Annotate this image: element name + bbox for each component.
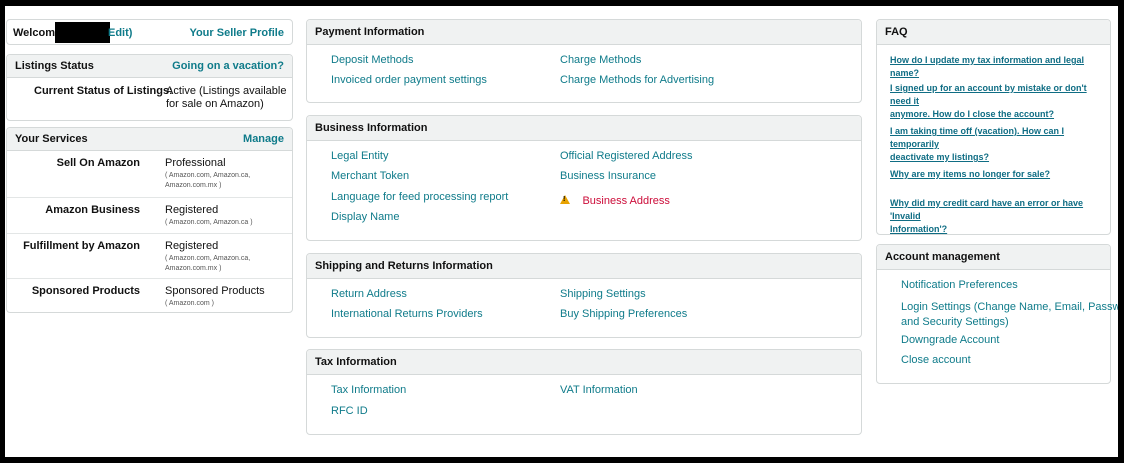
- service-row: Sell On Amazon Professional ( Amazon.com…: [7, 151, 292, 196]
- rfc-id-link[interactable]: RFC ID: [331, 405, 368, 417]
- downgrade-account-link[interactable]: Downgrade Account: [901, 334, 999, 346]
- listings-status-header: Listings Status Going on a vacation?: [7, 55, 292, 78]
- merchant-token-link[interactable]: Merchant Token: [331, 170, 409, 182]
- vacation-link[interactable]: Going on a vacation?: [172, 55, 284, 77]
- close-account-link[interactable]: Close account: [901, 354, 971, 366]
- services-card: Your Services Manage Sell On Amazon Prof…: [6, 127, 293, 313]
- login-settings-link[interactable]: Login Settings (Change Name, Email, Pass…: [901, 299, 1118, 329]
- shipping-settings-link[interactable]: Shipping Settings: [560, 288, 646, 300]
- warning-icon: [560, 195, 570, 204]
- service-row: Sponsored Products Sponsored Products ( …: [7, 278, 292, 314]
- tax-information-link[interactable]: Tax Information: [331, 384, 406, 396]
- shipping-header: Shipping and Returns Information: [307, 254, 861, 279]
- service-label: Sponsored Products: [31, 285, 140, 297]
- faq-item[interactable]: I signed up for an account by mistake or…: [890, 82, 1105, 121]
- tax-card: Tax Information Tax Information VAT Info…: [306, 349, 862, 435]
- vat-information-link[interactable]: VAT Information: [560, 384, 638, 396]
- business-header: Business Information: [307, 116, 861, 141]
- welcome-card: Welcome Edit) Your Seller Profile: [6, 19, 293, 45]
- manage-link[interactable]: Manage: [243, 128, 284, 150]
- official-address-link[interactable]: Official Registered Address: [560, 150, 692, 162]
- feed-language-link[interactable]: Language for feed processing report: [331, 191, 508, 203]
- deposit-methods-link[interactable]: Deposit Methods: [331, 54, 414, 66]
- business-insurance-link[interactable]: Business Insurance: [560, 170, 656, 182]
- invoiced-payment-link[interactable]: Invoiced order payment settings: [331, 74, 487, 86]
- charge-methods-advertising-link[interactable]: Charge Methods for Advertising: [560, 74, 714, 86]
- redacted-name: [55, 22, 110, 43]
- account-management-card: Account management Notification Preferen…: [876, 244, 1118, 384]
- welcome-text: Welcome: [13, 27, 62, 39]
- faq-header: FAQ: [877, 20, 1110, 45]
- payment-header: Payment Information: [307, 20, 861, 45]
- account-management-header: Account management: [877, 245, 1110, 270]
- service-row: Fulfillment by Amazon Registered ( Amazo…: [7, 233, 292, 279]
- current-status-value: Active (Listings available for sale on A…: [166, 85, 287, 110]
- business-address-link[interactable]: Business Address: [582, 195, 669, 207]
- faq-item[interactable]: Why did my credit card have an error or …: [890, 197, 1105, 236]
- service-label: Fulfillment by Amazon: [23, 240, 140, 252]
- service-value: Professional ( Amazon.com, Amazon.ca, Am…: [165, 157, 251, 189]
- service-value: Registered ( Amazon.com, Amazon.ca ): [165, 204, 253, 226]
- faq-item[interactable]: I am taking time off (vacation). How can…: [890, 125, 1105, 164]
- current-status-label: Current Status of Listings:: [34, 85, 173, 97]
- return-address-link[interactable]: Return Address: [331, 288, 407, 300]
- legal-entity-link[interactable]: Legal Entity: [331, 150, 388, 162]
- service-value: Registered ( Amazon.com, Amazon.ca, Amaz…: [165, 240, 251, 272]
- international-returns-link[interactable]: International Returns Providers: [331, 308, 483, 320]
- service-row: Amazon Business Registered ( Amazon.com,…: [7, 197, 292, 233]
- charge-methods-link[interactable]: Charge Methods: [560, 54, 641, 66]
- business-card: Business Information Legal Entity Offici…: [306, 115, 862, 241]
- page-frame: Welcome Edit) Your Seller Profile Listin…: [5, 6, 1118, 457]
- listings-status-card: Listings Status Going on a vacation? Cur…: [6, 54, 293, 121]
- faq-item[interactable]: How do I update my tax information and l…: [890, 54, 1105, 80]
- seller-profile-link[interactable]: Your Seller Profile: [189, 27, 284, 39]
- service-label: Sell On Amazon: [56, 157, 140, 169]
- services-title: Your Services: [15, 133, 88, 145]
- buy-shipping-preferences-link[interactable]: Buy Shipping Preferences: [560, 308, 687, 320]
- service-value: Sponsored Products ( Amazon.com ): [165, 285, 265, 307]
- notification-preferences-link[interactable]: Notification Preferences: [901, 279, 1018, 291]
- business-address-row: Business Address: [560, 191, 670, 209]
- listings-status-title: Listings Status: [15, 60, 94, 72]
- faq-item[interactable]: Why are my items no longer for sale?: [890, 168, 1105, 181]
- service-label: Amazon Business: [45, 204, 140, 216]
- payment-card: Payment Information Deposit Methods Char…: [306, 19, 862, 103]
- faq-card: FAQ How do I update my tax information a…: [876, 19, 1111, 235]
- tax-header: Tax Information: [307, 350, 861, 375]
- services-header: Your Services Manage: [7, 128, 292, 151]
- shipping-card: Shipping and Returns Information Return …: [306, 253, 862, 338]
- display-name-link[interactable]: Display Name: [331, 211, 399, 223]
- edit-link[interactable]: Edit): [108, 27, 132, 39]
